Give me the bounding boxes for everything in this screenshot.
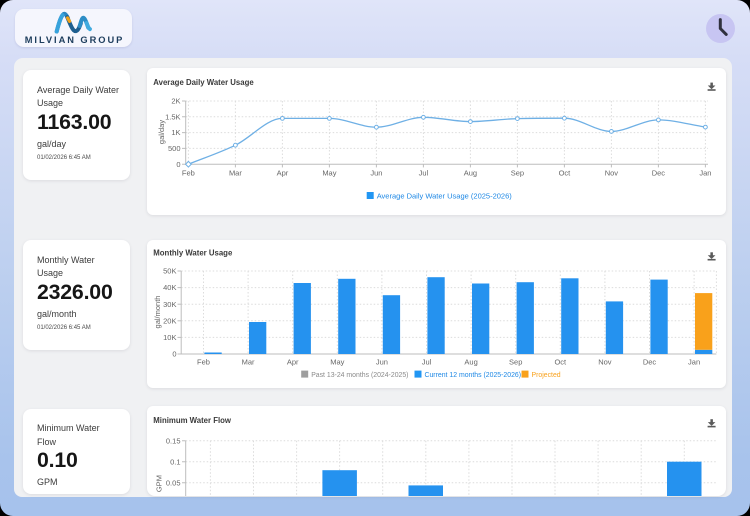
svg-text:40K: 40K xyxy=(163,283,176,292)
svg-text:2K: 2K xyxy=(171,97,180,106)
svg-text:May: May xyxy=(322,168,336,177)
svg-text:Feb: Feb xyxy=(182,168,195,177)
svg-text:Feb: Feb xyxy=(197,358,210,367)
svg-text:Average Daily Water Usage (202: Average Daily Water Usage (2025-2026) xyxy=(377,191,513,200)
svg-text:Nov: Nov xyxy=(598,358,612,367)
svg-text:Aug: Aug xyxy=(464,358,477,367)
svg-text:20K: 20K xyxy=(163,316,176,325)
svg-text:0.1: 0.1 xyxy=(170,457,180,466)
svg-text:1K: 1K xyxy=(171,128,180,137)
svg-text:Jun: Jun xyxy=(370,168,382,177)
svg-text:50K: 50K xyxy=(163,267,176,276)
svg-text:Jul: Jul xyxy=(419,168,429,177)
svg-text:Projected: Projected xyxy=(532,372,561,379)
svg-text:Oct: Oct xyxy=(559,168,572,177)
svg-text:Sep: Sep xyxy=(509,358,522,367)
svg-text:Apr: Apr xyxy=(287,358,299,367)
svg-text:Monthly Water Usage: Monthly Water Usage xyxy=(153,249,233,258)
svg-text:Jan: Jan xyxy=(688,358,700,367)
svg-text:gal/month: gal/month xyxy=(153,296,162,329)
svg-text:Past 13-24 months (2024-2025): Past 13-24 months (2024-2025) xyxy=(311,372,408,379)
svg-text:Current 12 months (2025-2026): Current 12 months (2025-2026) xyxy=(425,372,522,379)
svg-text:30K: 30K xyxy=(163,300,176,309)
svg-text:Sep: Sep xyxy=(511,168,524,177)
svg-text:Nov: Nov xyxy=(605,168,619,177)
svg-text:Oct: Oct xyxy=(554,358,567,367)
svg-text:0.15: 0.15 xyxy=(166,436,181,445)
svg-text:Jul: Jul xyxy=(422,358,432,367)
svg-text:0: 0 xyxy=(172,350,176,359)
svg-text:Jan: Jan xyxy=(699,168,711,177)
svg-text:Average Daily Water Usage: Average Daily Water Usage xyxy=(153,78,254,87)
svg-text:Dec: Dec xyxy=(652,168,666,177)
svg-text:0: 0 xyxy=(176,160,180,169)
svg-text:Mar: Mar xyxy=(229,168,242,177)
svg-text:Dec: Dec xyxy=(643,358,657,367)
svg-text:May: May xyxy=(330,358,344,367)
svg-text:gal/day: gal/day xyxy=(157,120,166,144)
svg-text:Apr: Apr xyxy=(277,168,289,177)
svg-text:1.5K: 1.5K xyxy=(165,112,180,121)
svg-text:Jun: Jun xyxy=(376,358,388,367)
svg-text:Aug: Aug xyxy=(464,168,477,177)
svg-text:10K: 10K xyxy=(163,333,176,342)
svg-text:0.05: 0.05 xyxy=(166,478,181,487)
svg-text:500: 500 xyxy=(168,144,181,153)
svg-text:GPM: GPM xyxy=(155,475,164,492)
svg-text:Minimum Water Flow: Minimum Water Flow xyxy=(153,416,232,425)
svg-text:Mar: Mar xyxy=(242,358,255,367)
